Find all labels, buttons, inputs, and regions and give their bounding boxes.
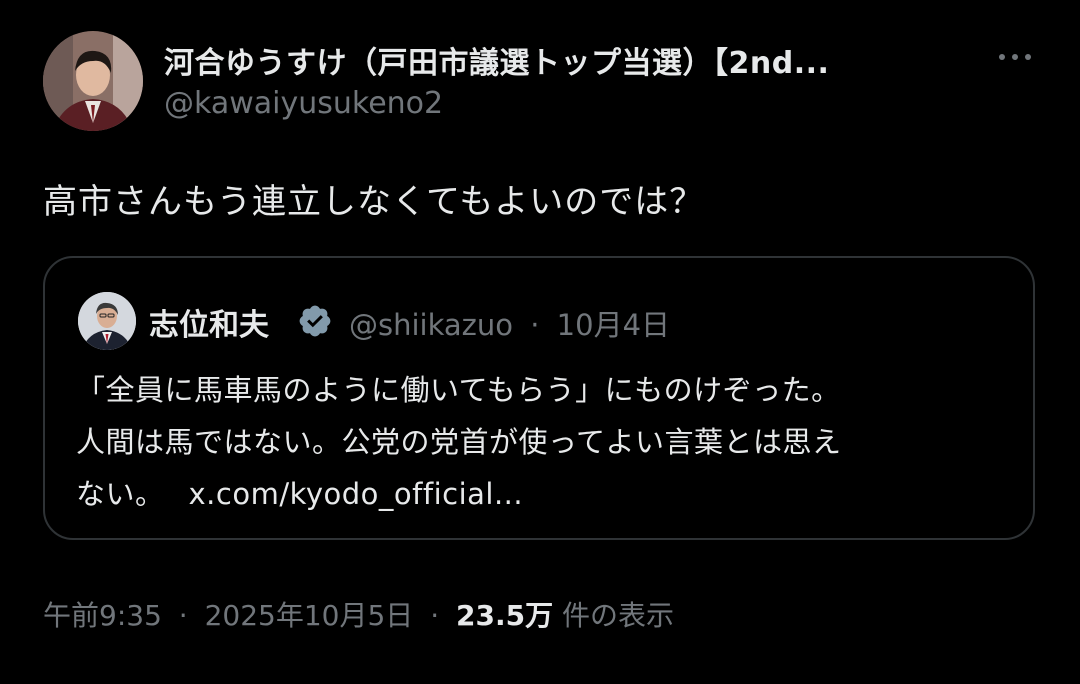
views-count[interactable]: 23.5万 (456, 594, 553, 634)
views-label: 件の表示 (562, 599, 675, 632)
quoted-post-card[interactable]: 志位和夫 @shiikazuo · 10月4日 「全員に馬車馬のように働いてもら… (43, 256, 1035, 540)
author-display-name[interactable]: 河合ゆうすけ（戸田市議選トップ当選）【2nd... (164, 38, 829, 82)
quoted-author-name[interactable]: 志位和夫 (149, 300, 269, 344)
verified-badge-icon (299, 305, 331, 337)
post-time[interactable]: 午前9:35 (43, 594, 162, 634)
author-avatar[interactable] (43, 31, 143, 131)
quoted-text-line: 人間は馬ではない。公党の党首が使ってよい言葉とは思え (76, 425, 842, 459)
quoted-post-meta: @shiikazuo · 10月4日 (349, 302, 670, 344)
post-text: 高市さんもう連立しなくてもよいのでは？ (43, 182, 705, 222)
post-meta: 午前9:35 · 2025年10月5日 · 23.5万 件の表示 (43, 594, 674, 634)
quoted-author-avatar[interactable] (78, 292, 136, 350)
post-date[interactable]: 2025年10月5日 (205, 594, 414, 634)
meta-separator: · (530, 308, 540, 342)
more-horizontal-icon (999, 54, 1005, 60)
meta-separator: · (178, 599, 188, 632)
meta-separator: · (430, 599, 440, 632)
quoted-post-link[interactable]: x.com/kyodo_official... (189, 477, 524, 511)
more-horizontal-icon-dot (1025, 54, 1031, 60)
quoted-text-line-end: ない。 (76, 477, 165, 511)
author-handle[interactable]: @kawaiyusukeno2 (164, 86, 443, 121)
quoted-author-handle[interactable]: @shiikazuo (349, 308, 513, 342)
quoted-post-text: 「全員に馬車馬のように働いてもらう」にものけぞった。 人間は馬ではない。公党の党… (76, 364, 842, 520)
more-horizontal-icon-dot (1012, 54, 1018, 60)
post: 河合ゆうすけ（戸田市議選トップ当選）【2nd... @kawaiyusukeno… (0, 0, 1080, 684)
quoted-post-date[interactable]: 10月4日 (557, 302, 670, 344)
more-options-button[interactable] (990, 42, 1040, 72)
quoted-text-line: ない。 x.com/kyodo_official... (76, 468, 842, 520)
quoted-text-line: 「全員に馬車馬のように働いてもらう」にものけぞった。 (76, 373, 841, 407)
